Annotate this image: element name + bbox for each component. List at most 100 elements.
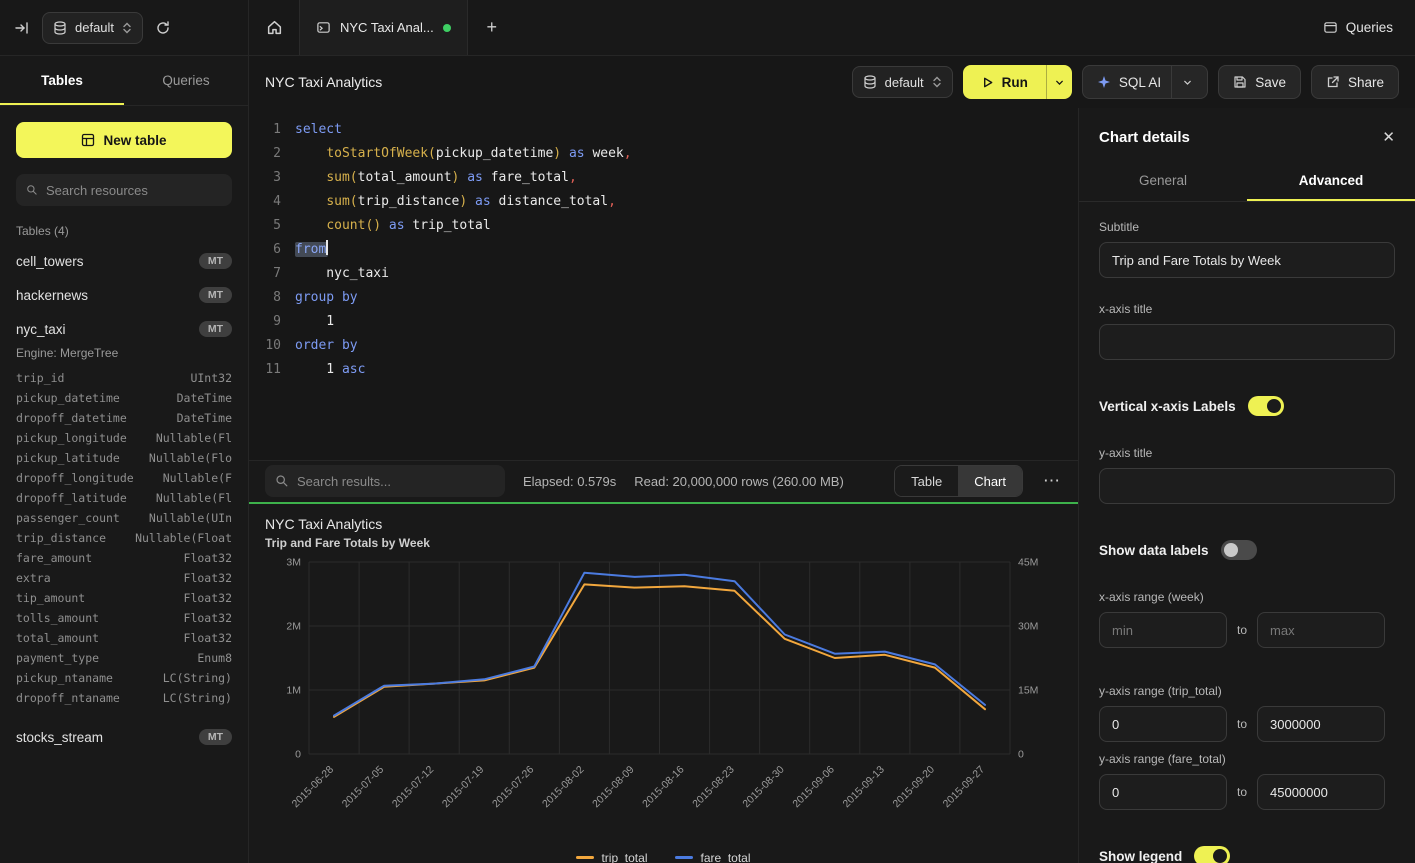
yaxis-title-input[interactable] [1099, 468, 1395, 504]
code-line[interactable]: nyc_taxi [295, 262, 1078, 286]
column-row[interactable]: pickup_ntanameLC(String) [0, 668, 248, 688]
yaxis-range-trip-row: to [1099, 706, 1395, 742]
show-data-labels-toggle[interactable] [1221, 540, 1257, 560]
column-row[interactable]: tip_amountFloat32 [0, 588, 248, 608]
close-icon[interactable]: ✕ [1382, 128, 1395, 146]
vertical-xaxis-labels-toggle[interactable] [1248, 396, 1284, 416]
subtitle-input[interactable] [1099, 242, 1395, 278]
sidebar-search-input[interactable] [46, 183, 222, 198]
column-row[interactable]: extraFloat32 [0, 568, 248, 588]
tab-advanced[interactable]: Advanced [1247, 162, 1415, 201]
code-line[interactable]: 1 asc [295, 358, 1078, 382]
code-line[interactable]: from [295, 238, 1078, 262]
sidebar-tab-queries[interactable]: Queries [124, 56, 248, 105]
share-button[interactable]: Share [1311, 65, 1399, 99]
yaxis-range-trip-max-input[interactable] [1257, 706, 1385, 742]
sidebar-table-stocks-stream[interactable]: stocks_stream MT [0, 720, 248, 754]
more-options-icon[interactable]: ⋯ [1041, 471, 1062, 491]
xaxis-title-label: x-axis title [1099, 302, 1395, 316]
svg-text:2015-08-02: 2015-08-02 [540, 763, 587, 810]
sidebar-table-cell-towers[interactable]: cell_towers MT [0, 244, 248, 278]
code-line[interactable]: 1 [295, 310, 1078, 334]
column-row[interactable]: pickup_longitudeNullable(Fl [0, 428, 248, 448]
code-line[interactable]: toStartOfWeek(pickup_datetime) as week, [295, 142, 1078, 166]
yaxis-range-fare-min-input[interactable] [1099, 774, 1227, 810]
page-title: NYC Taxi Analytics [265, 74, 382, 90]
sidebar-table-hackernews[interactable]: hackernews MT [0, 278, 248, 312]
legend-item-fare_total[interactable]: fare_total [675, 851, 750, 863]
show-legend-toggle[interactable] [1194, 846, 1230, 863]
column-name: extra [16, 571, 51, 585]
column-type: Nullable(UIn [149, 511, 232, 525]
database-selector[interactable]: default [42, 12, 143, 44]
run-options-button[interactable] [1046, 65, 1072, 99]
column-row[interactable]: total_amountFloat32 [0, 628, 248, 648]
column-row[interactable]: fare_amountFloat32 [0, 548, 248, 568]
xaxis-title-input[interactable] [1099, 324, 1395, 360]
query-tab[interactable]: NYC Taxi Anal... [299, 0, 468, 55]
code-line[interactable]: count() as trip_total [295, 214, 1078, 238]
yaxis-range-trip-label: y-axis range (trip_total) [1099, 684, 1395, 698]
code-line[interactable]: group by [295, 286, 1078, 310]
queries-button[interactable]: Queries [1323, 20, 1393, 35]
column-row[interactable]: tolls_amountFloat32 [0, 608, 248, 628]
to-label: to [1237, 785, 1247, 799]
xaxis-range-label: x-axis range (week) [1099, 590, 1395, 604]
run-database-selector[interactable]: default [852, 66, 953, 98]
column-row[interactable]: trip_distanceNullable(Float [0, 528, 248, 548]
chart-section: NYC Taxi Analytics Trip and Fare Totals … [249, 502, 1078, 863]
column-row[interactable]: pickup_datetimeDateTime [0, 388, 248, 408]
column-row[interactable]: dropoff_latitudeNullable(Fl [0, 488, 248, 508]
new-table-button[interactable]: New table [16, 122, 232, 158]
legend-swatch [576, 856, 594, 859]
results-search-input[interactable] [297, 474, 495, 489]
column-row[interactable]: dropoff_datetimeDateTime [0, 408, 248, 428]
yaxis-range-fare-max-input[interactable] [1257, 774, 1385, 810]
xaxis-range-max-input[interactable] [1257, 612, 1385, 648]
code-line[interactable]: select [295, 118, 1078, 142]
editor-code[interactable]: select toStartOfWeek(pickup_datetime) as… [295, 118, 1078, 460]
column-row[interactable]: trip_idUInt32 [0, 368, 248, 388]
refresh-icon[interactable] [155, 20, 171, 36]
new-tab-icon[interactable]: + [468, 0, 516, 55]
line-number: 1 [249, 118, 281, 142]
xaxis-range-min-input[interactable] [1099, 612, 1227, 648]
code-line[interactable]: order by [295, 334, 1078, 358]
collapse-sidebar-icon[interactable] [14, 20, 30, 36]
column-row[interactable]: dropoff_longitudeNullable(F [0, 468, 248, 488]
svg-text:2015-08-30: 2015-08-30 [740, 763, 787, 810]
svg-text:2015-07-12: 2015-07-12 [390, 763, 437, 810]
sidebar-tab-tables[interactable]: Tables [0, 56, 124, 105]
legend-item-trip_total[interactable]: trip_total [576, 851, 647, 863]
line-number: 9 [249, 310, 281, 334]
svg-text:15M: 15M [1018, 684, 1038, 696]
view-toggle-table[interactable]: Table [895, 466, 958, 496]
column-row[interactable]: pickup_latitudeNullable(Flo [0, 448, 248, 468]
code-line[interactable]: sum(trip_distance) as distance_total, [295, 190, 1078, 214]
line-number: 10 [249, 334, 281, 358]
column-name: dropoff_datetime [16, 411, 127, 425]
sidebar-table-nyc-taxi[interactable]: nyc_taxi MT [0, 312, 248, 346]
yaxis-range-trip-min-input[interactable] [1099, 706, 1227, 742]
column-row[interactable]: dropoff_ntanameLC(String) [0, 688, 248, 708]
play-icon [981, 76, 994, 89]
svg-text:0: 0 [1018, 748, 1024, 760]
sql-ai-button[interactable]: SQL AI [1082, 65, 1208, 99]
sql-ai-options-button[interactable] [1171, 66, 1193, 98]
line-number: 5 [249, 214, 281, 238]
save-button[interactable]: Save [1218, 65, 1301, 99]
chart-details-title: Chart details [1099, 129, 1190, 146]
run-button[interactable]: Run [963, 65, 1046, 99]
column-row[interactable]: payment_typeEnum8 [0, 648, 248, 668]
column-row[interactable]: passenger_countNullable(UIn [0, 508, 248, 528]
svg-text:2015-09-13: 2015-09-13 [840, 763, 887, 810]
table-engine-badge: MT [199, 729, 232, 745]
rows-read: Read: 20,000,000 rows (260.00 MB) [634, 474, 844, 489]
table-name: cell_towers [16, 254, 84, 269]
search-icon [275, 474, 289, 488]
home-icon[interactable] [249, 0, 299, 55]
tab-general[interactable]: General [1079, 162, 1247, 201]
sql-editor[interactable]: 1234567891011 select toStartOfWeek(picku… [249, 108, 1078, 460]
view-toggle-chart[interactable]: Chart [958, 466, 1022, 496]
code-line[interactable]: sum(total_amount) as fare_total, [295, 166, 1078, 190]
